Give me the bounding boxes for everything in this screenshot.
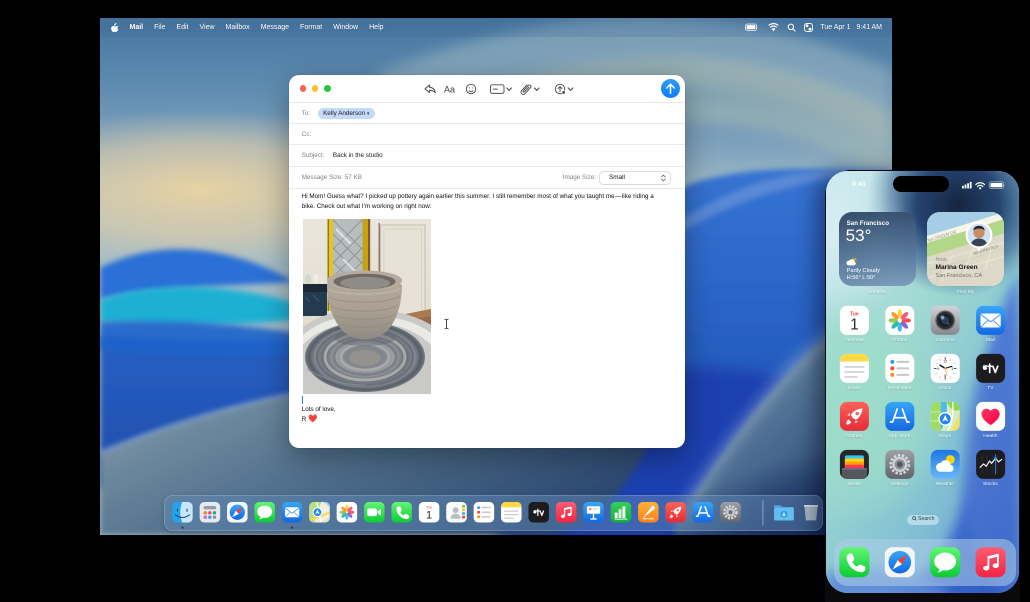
svg-text:9: 9: [937, 367, 939, 371]
svg-text:1: 1: [850, 317, 859, 334]
svg-text:Aa: Aa: [444, 84, 455, 94]
svg-text:6: 6: [944, 374, 946, 378]
svg-text:12: 12: [943, 360, 947, 364]
svg-text:3: 3: [951, 367, 953, 371]
svg-text:1: 1: [426, 510, 432, 522]
